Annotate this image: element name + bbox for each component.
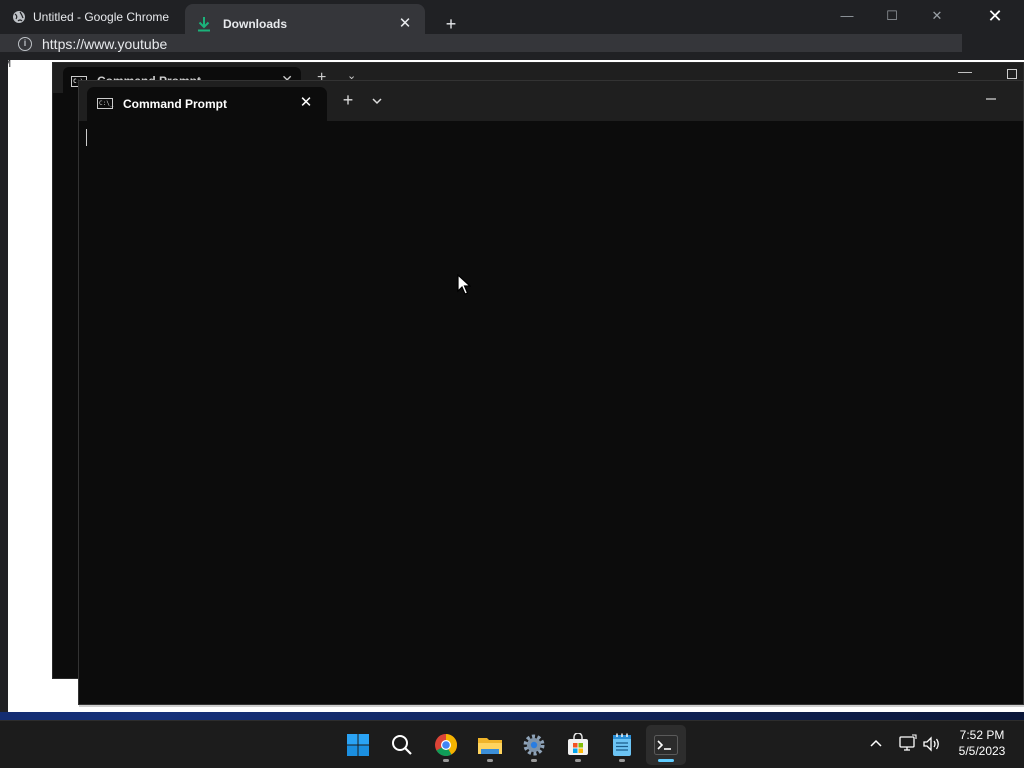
running-indicator xyxy=(575,759,581,762)
taskbar-file-explorer[interactable] xyxy=(470,725,510,765)
active-window-indicator xyxy=(658,759,674,762)
volume-icon[interactable] xyxy=(921,734,943,754)
window-close-button[interactable]: ✕ xyxy=(966,0,1024,34)
terminal-window-front: C:\_ Command Prompt ✕ + xyxy=(78,80,1024,707)
command-prompt-icon: C:\_ xyxy=(97,98,114,109)
search-icon xyxy=(392,735,412,755)
url-text[interactable]: https://www.youtube xyxy=(42,36,178,54)
close-tab-button[interactable]: ✕ xyxy=(297,94,315,112)
mouse-pointer-icon xyxy=(457,274,471,295)
terminal-icon xyxy=(654,735,678,755)
chrome-minimize-button[interactable]: — xyxy=(827,4,867,28)
network-icon[interactable] xyxy=(897,734,919,754)
taskbar-microsoft-store[interactable] xyxy=(558,725,598,765)
chrome-tab-label: Downloads xyxy=(223,17,288,31)
text-cursor xyxy=(86,129,87,146)
taskbar-chrome[interactable] xyxy=(426,725,466,765)
page-edge-text: M xyxy=(2,58,12,70)
chrome-tab-label: Untitled - Google Chrome xyxy=(33,10,170,24)
clock-date: 5/5/2023 xyxy=(958,744,1006,758)
taskbar-settings[interactable] xyxy=(514,725,554,765)
chrome-close-button-inactive[interactable]: ✕ xyxy=(917,4,957,28)
download-icon xyxy=(198,17,210,32)
window-bottom-edge xyxy=(79,705,1024,707)
running-indicator xyxy=(487,759,493,762)
taskbar-terminal[interactable] xyxy=(646,725,686,765)
new-tab-button[interactable]: + xyxy=(441,14,461,34)
notepad-icon xyxy=(613,733,631,756)
running-indicator xyxy=(531,759,537,762)
taskbar-notepad[interactable] xyxy=(602,725,642,765)
minimize-button[interactable]: — xyxy=(958,63,972,79)
chrome-maximize-button[interactable]: ☐ xyxy=(872,4,912,28)
maximize-button[interactable] xyxy=(1007,69,1017,79)
start-button[interactable] xyxy=(338,725,378,765)
clock-time: 7:52 PM xyxy=(959,728,1005,742)
chevron-up-icon[interactable] xyxy=(866,734,886,754)
minimize-button[interactable] xyxy=(979,89,1003,109)
info-icon[interactable]: i xyxy=(18,37,32,51)
terminal-tab-command-prompt[interactable]: C:\_ Command Prompt ✕ xyxy=(87,87,327,121)
gear-icon xyxy=(523,734,545,756)
chevron-down-icon[interactable] xyxy=(369,93,385,109)
folder-icon xyxy=(478,738,502,754)
chrome-icon xyxy=(435,734,457,756)
store-icon xyxy=(568,733,588,755)
search-button[interactable] xyxy=(382,725,422,765)
running-indicator xyxy=(443,759,449,762)
windows-logo-icon xyxy=(347,734,369,756)
close-tab-button[interactable]: ✕ xyxy=(397,16,413,32)
chrome-tab-untitled[interactable]: Untitled - Google Chrome xyxy=(0,0,180,34)
globe-icon xyxy=(13,11,25,23)
terminal-tab-label: Command Prompt xyxy=(123,97,228,111)
running-indicator xyxy=(619,759,625,762)
system-clock[interactable]: 7:52 PM 5/5/2023 xyxy=(949,727,1015,759)
new-tab-button[interactable]: + xyxy=(339,91,357,109)
